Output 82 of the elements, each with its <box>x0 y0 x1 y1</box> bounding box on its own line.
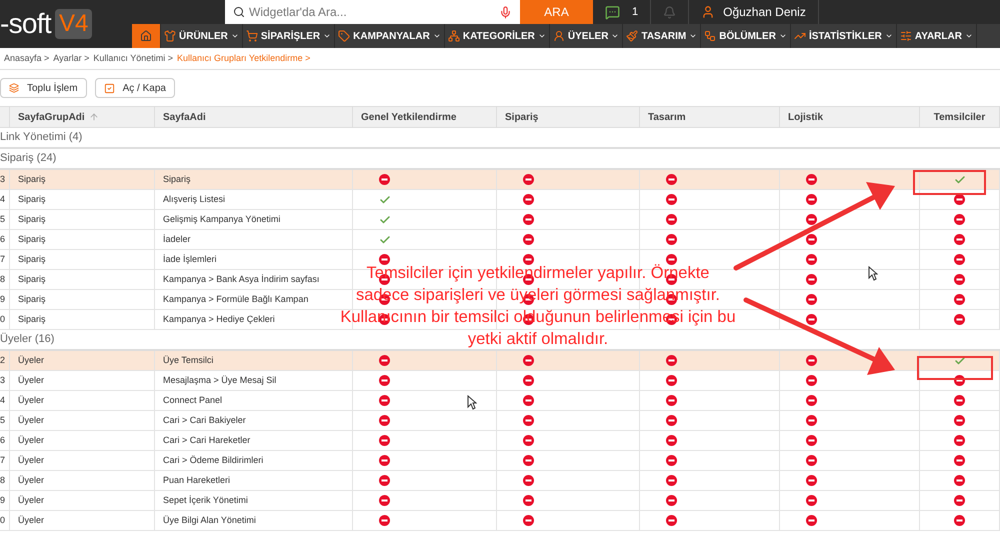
user-icon <box>552 30 565 42</box>
sitemap-icon <box>448 30 460 42</box>
chevron-icon <box>432 32 441 40</box>
toolbar-button[interactable]: Toplu İşlem <box>0 78 87 98</box>
chart-icon <box>794 30 806 42</box>
column-header[interactable]: SayfaGrupAdi <box>18 110 85 124</box>
chevron-icon <box>323 32 332 40</box>
chevron-icon <box>689 32 698 40</box>
network-icon <box>704 30 716 42</box>
chevron-icon <box>964 32 973 40</box>
column-header[interactable]: Genel Yetkilendirme <box>361 110 456 124</box>
checkbox-icon <box>104 82 115 94</box>
chevron-icon <box>778 32 787 40</box>
row-number: 2 <box>0 354 6 367</box>
table-cell-text: Kampanya > Bank Asya İndirim sayfası <box>163 272 320 286</box>
table-cell-text: Puan Hareketleri <box>163 474 230 487</box>
home-icon <box>140 30 152 42</box>
row-number: 8 <box>0 474 6 487</box>
chevron-icon <box>884 32 893 40</box>
tag-icon <box>338 30 350 42</box>
table-cell-text: Sipariş <box>163 172 191 186</box>
table-cell-text: İade İşlemleri <box>163 252 217 266</box>
table-cell-text: Alışveriş Listesi <box>163 192 226 206</box>
table-cell-text: Üye Bilgi Alan Yönetimi <box>163 514 256 527</box>
table-cell-text: Cari > Cari Bakiyeler <box>163 414 246 427</box>
row-number: 8 <box>0 272 6 286</box>
home-tab[interactable] <box>132 24 161 48</box>
breadcrumb-link[interactable]: Ayarlar > <box>53 52 90 66</box>
column-header[interactable]: Lojistik <box>788 110 824 124</box>
table-cell-text: Mesajlaşma > Üye Mesaj Sil <box>163 374 276 387</box>
table-cell-text: Connect Panel <box>163 394 222 407</box>
table-cell-text: Sepet İçerik Yönetimi <box>163 494 248 507</box>
row-number: 7 <box>0 252 6 266</box>
search-bar[interactable]: Widgetlar'da Ara... <box>225 0 520 24</box>
chat-icon[interactable] <box>605 4 620 20</box>
message-count: 1 <box>632 4 638 20</box>
breadcrumb-link[interactable]: Kullanıcı Yönetimi > <box>93 52 174 66</box>
table-cell-text: Cari > Cari Hareketler <box>163 434 250 447</box>
table-cell-text: Kampanya > Formüle Bağlı Kampan <box>163 292 308 306</box>
user-icon <box>701 5 716 19</box>
shirt-icon <box>164 30 176 42</box>
row-number: 3 <box>0 374 6 387</box>
column-header[interactable]: Temsilciler <box>934 110 986 124</box>
group-header[interactable]: Sipariş (24) <box>0 150 56 166</box>
row-number: 3 <box>0 172 6 186</box>
group-header[interactable]: Üyeler (16) <box>0 330 54 347</box>
brush-icon <box>626 30 638 42</box>
row-number: 4 <box>0 192 6 206</box>
row-number: 0 <box>0 514 6 527</box>
search-field[interactable]: Widgetlar'da Ara... <box>249 3 495 21</box>
layers-icon <box>9 83 19 93</box>
row-number: 5 <box>0 212 6 226</box>
group-header[interactable]: Link Yönetimi (4) <box>0 128 82 145</box>
chevron-icon <box>538 32 546 40</box>
table-cell-text: İadeler <box>163 232 191 246</box>
sort-arrow-icon <box>88 112 99 122</box>
toolbar-button[interactable]: Aç / Kapa <box>94 78 175 98</box>
table-cell-text: Gelişmiş Kampanya Yönetimi <box>163 212 280 226</box>
row-number: 6 <box>0 434 6 447</box>
table-cell-text: Cari > Ödeme Bildirimleri <box>163 454 264 467</box>
table-cell-text: Kampanya > Hediye Çekleri <box>163 312 275 326</box>
column-header[interactable]: Tasarım <box>648 110 686 124</box>
column-header[interactable]: SayfaAdi <box>163 110 206 124</box>
row-number: 9 <box>0 292 6 306</box>
sliders-icon <box>900 30 912 42</box>
logo-text: -soft <box>0 10 51 38</box>
chevron-icon <box>230 32 239 40</box>
row-number: 9 <box>0 494 6 507</box>
row-number: 0 <box>0 312 6 326</box>
search-icon <box>233 6 245 18</box>
breadcrumb-link[interactable]: Anasayfa > <box>4 52 50 66</box>
cart-icon <box>246 30 258 42</box>
table-cell-text: Üye Temsilci <box>163 354 214 367</box>
row-number: 6 <box>0 232 6 246</box>
logo-version: V4 <box>54 9 92 39</box>
row-number: 4 <box>0 394 6 407</box>
chevron-icon <box>611 32 620 40</box>
row-number: 7 <box>0 454 6 467</box>
row-number: 5 <box>0 414 6 427</box>
column-header[interactable]: Sipariş <box>505 110 538 124</box>
user-name[interactable]: Oğuzhan Deniz <box>723 3 806 21</box>
microphone-icon[interactable] <box>499 6 512 18</box>
